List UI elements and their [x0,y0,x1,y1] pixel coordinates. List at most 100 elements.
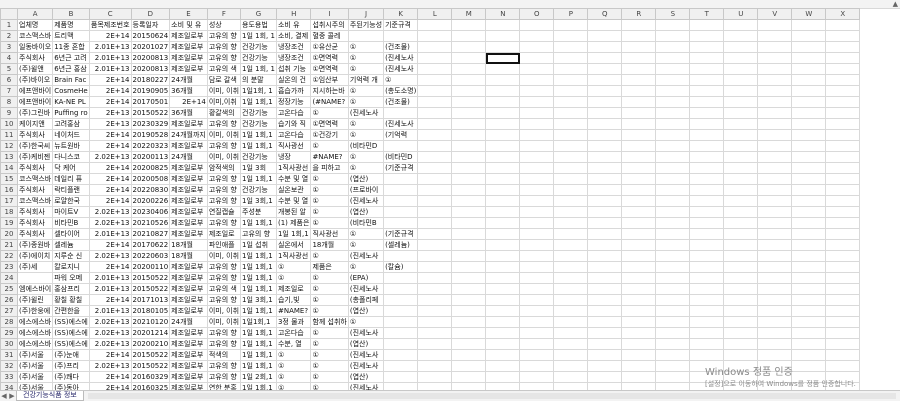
cell[interactable] [553,338,589,350]
cell[interactable] [519,305,555,317]
cell[interactable]: 2.02E+13 [88,338,132,350]
cell[interactable] [757,85,793,97]
cell[interactable] [655,217,691,229]
cell[interactable]: (주)서울 [16,360,54,372]
cell[interactable]: (진세노사 [347,360,385,372]
cell[interactable]: ① [310,250,349,262]
cell[interactable]: 2E+14 [88,140,132,152]
cell[interactable] [451,129,487,141]
cell[interactable] [383,107,419,119]
cell[interactable] [655,173,691,185]
cell[interactable]: ① [310,283,349,295]
cell[interactable]: 습기,빛 [275,294,312,306]
cell[interactable] [519,316,555,328]
cell[interactable]: (주)바이오 [16,74,54,86]
cell[interactable] [689,261,725,273]
cell[interactable] [485,151,521,163]
cell[interactable] [655,228,691,240]
cell[interactable] [757,349,793,361]
cell[interactable]: 고유의 색 [206,63,242,75]
cell[interactable] [587,74,623,86]
cell[interactable] [485,184,521,196]
cell[interactable]: ① [275,382,312,390]
cell[interactable]: 2.01E+13 [88,272,132,284]
cell[interactable] [791,283,827,295]
row-header[interactable]: 30 [0,338,18,350]
cell[interactable] [621,371,657,383]
cell[interactable] [621,228,657,240]
cell[interactable] [587,19,623,31]
cell[interactable] [485,250,521,262]
cell[interactable]: 고온다습 [275,327,312,339]
cell[interactable] [723,272,759,284]
cell[interactable]: 제품은 [310,261,349,273]
cell[interactable]: 소비 유 [275,19,312,31]
row-header[interactable]: 33 [0,371,18,383]
cell[interactable]: 2E+14 [88,195,132,207]
cell[interactable] [485,294,521,306]
cell[interactable]: 을 피하고 [310,162,349,174]
cell[interactable]: (진세노사 [347,283,385,295]
cell[interactable] [451,162,487,174]
cell[interactable]: (진세노사 [383,63,419,75]
cell[interactable]: 24개월 [169,74,208,86]
cell[interactable] [791,151,827,163]
cell[interactable]: ① [310,206,349,218]
cell[interactable]: 지시하는바 [310,85,349,97]
cell[interactable]: 코스맥스바 [16,173,54,185]
cell[interactable] [451,261,487,273]
cell[interactable]: 품목제조번호 [88,19,132,31]
cell[interactable]: 2.01E+13 [88,41,132,53]
cell[interactable] [587,371,623,383]
row-header[interactable]: 13 [0,151,18,163]
cell[interactable] [825,327,861,339]
cell[interactable]: (주)한국씨 [16,140,54,152]
cell[interactable]: 2.02E+13 [88,217,132,229]
cell[interactable] [621,19,657,31]
cell[interactable] [689,272,725,284]
cell[interactable] [519,63,555,75]
cell[interactable]: (진세노사 [383,118,419,130]
cell[interactable]: 주식회사 [16,184,54,196]
cell[interactable] [485,283,521,295]
cell[interactable] [655,63,691,75]
cell[interactable] [723,41,759,53]
cell[interactable] [587,107,623,119]
cell[interactable] [553,107,589,119]
cell[interactable] [825,151,861,163]
cell[interactable] [519,217,555,229]
cell[interactable]: 에프앤바이 [16,85,54,97]
cell[interactable] [417,261,453,273]
cell[interactable] [451,305,487,317]
cell[interactable] [383,206,419,218]
column-header[interactable]: D [130,8,171,20]
cell[interactable] [451,85,487,97]
cell[interactable] [791,316,827,328]
cell[interactable]: 제조일로부 [169,173,208,185]
cell[interactable]: 개봉된 알 [275,206,312,218]
cell[interactable] [757,294,793,306]
cell[interactable] [451,140,487,152]
cell[interactable]: 제조일로부 [169,140,208,152]
cell[interactable]: 고유의 향 [206,360,242,372]
cell[interactable] [417,239,453,251]
cell[interactable]: 실온보관 [275,184,312,196]
cell[interactable]: 고유의 향 [206,173,242,185]
cell[interactable] [689,338,725,350]
cell[interactable]: 소비, 결제 [275,30,312,42]
cell[interactable] [825,63,861,75]
cell[interactable] [417,107,453,119]
cell[interactable]: 1일 1회,1 [240,261,277,273]
column-header[interactable]: R [621,8,657,20]
cell[interactable]: (주)서울 [16,371,54,383]
cell[interactable]: 1일 1회,1 [275,228,312,240]
cell[interactable]: 로얄한국 [52,195,90,207]
cell[interactable] [451,173,487,185]
cell[interactable]: 제조일로부 [169,63,208,75]
cell[interactable]: 수분, 열 [275,338,312,350]
cell[interactable] [587,184,623,196]
cell[interactable]: (총폴리페 [347,294,385,306]
cell[interactable] [417,30,453,42]
cell[interactable] [757,19,793,31]
cell[interactable]: (엽산) [347,305,385,317]
